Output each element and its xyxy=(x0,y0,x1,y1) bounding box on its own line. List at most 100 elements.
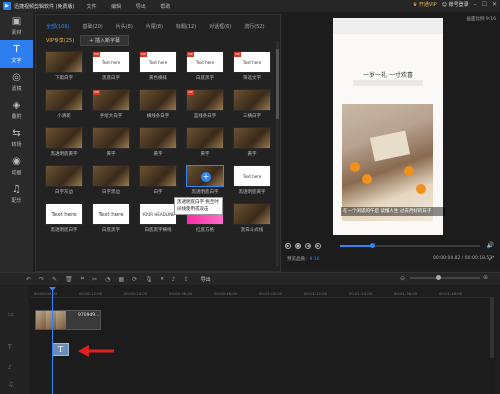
template-item[interactable]: 白字黑边 xyxy=(91,165,131,199)
template-item[interactable]: VIP Text here 筛选文字 xyxy=(232,51,272,85)
template-item[interactable]: 黄字 xyxy=(91,127,131,161)
vip-filter-chip[interactable]: VIP专享(25) xyxy=(46,37,74,44)
add-template-icon[interactable]: + xyxy=(201,172,211,182)
tab-opening[interactable]: 片头(8) xyxy=(116,23,133,30)
playhead[interactable] xyxy=(52,288,53,394)
sidebar: ▣ 素材 T 文字 ◎ 滤镜 ◈ 叠附 ⇆ 转场 ◉ 动画 ♫ 配乐 xyxy=(0,12,33,272)
split-icon[interactable]: ✂ xyxy=(92,276,97,283)
tab-ending[interactable]: 片尾(8) xyxy=(146,23,163,30)
time-ruler[interactable]: 00:00:00.00 00:00:12.00 00:00:24.00 00:00:3… xyxy=(30,286,495,298)
tab-popular[interactable]: 流行(52) xyxy=(244,23,264,30)
template-item[interactable]: Text here 黑透明底黄字 xyxy=(232,165,272,199)
sidebar-item-overlay[interactable]: ◈ 叠附 xyxy=(0,96,33,124)
template-item[interactable]: 黄字 xyxy=(232,127,272,161)
template-caption: 白底黑字横线 xyxy=(144,228,172,233)
template-item[interactable]: VIP Text here 黑底白字 xyxy=(91,51,131,85)
template-item[interactable]: 白字灰边 xyxy=(44,165,84,199)
sidebar-item-transition[interactable]: ⇆ 转场 xyxy=(0,124,33,152)
zoom-in-icon[interactable]: ⊕ xyxy=(483,274,488,281)
vip-button[interactable]: ♛ 开通VIP xyxy=(413,1,437,8)
music-track-icon[interactable]: ♫ xyxy=(8,381,13,388)
template-item[interactable]: YOUR HEADLINE HERE 白底黑字横线 xyxy=(138,203,178,237)
template-item[interactable]: Text here 白底黑字 xyxy=(91,203,131,237)
template-item[interactable]: VIP Text here 白底黑字 xyxy=(185,51,225,85)
overlay-icon: ◈ xyxy=(12,99,21,111)
fullscreen-icon[interactable]: ⤢ xyxy=(489,255,494,263)
mosaic-icon[interactable]: ▦ xyxy=(118,276,124,283)
login-button[interactable]: ☺ 账号登录 xyxy=(442,1,469,8)
preview-canvas[interactable]: 一岁一礼 一寸欢喜 xyxy=(333,18,443,235)
aspect-ratio-label[interactable]: 画面比例 9:16 xyxy=(466,16,496,22)
sidebar-item-label: 素材 xyxy=(11,29,22,36)
sidebar-item-music[interactable]: ♫ 配乐 xyxy=(0,180,33,208)
seek-bar[interactable] xyxy=(340,243,480,248)
export-button[interactable]: 导出 xyxy=(201,276,211,283)
undo-icon[interactable]: ↶ xyxy=(26,276,31,283)
text-clip[interactable]: T xyxy=(52,343,69,356)
tab-dialog[interactable]: 对话框(6) xyxy=(209,23,231,30)
close-icon[interactable]: ✕ xyxy=(492,1,497,8)
template-item[interactable]: Text here 黑透明底白字 xyxy=(44,203,84,237)
template-item[interactable]: VIP 手绘大白字 xyxy=(91,89,131,123)
menu-file[interactable]: 文件 xyxy=(87,4,97,10)
template-tooltip: 黑透明底白字 拖至时间线使用或双击 xyxy=(174,197,223,215)
redo-icon[interactable]: ↷ xyxy=(39,276,44,283)
stop-icon[interactable]: ■ xyxy=(295,243,301,249)
menu-help[interactable]: 帮助 xyxy=(160,4,170,10)
delete-icon[interactable]: 🗑 xyxy=(65,276,73,283)
template-item[interactable]: 黄字 xyxy=(138,127,178,161)
template-item[interactable]: 白字 xyxy=(138,165,178,199)
prev-frame-icon[interactable]: ◀ xyxy=(305,243,311,249)
volume-icon[interactable]: 🔊 xyxy=(487,242,494,249)
quality-control[interactable]: 预览品质：9:16 xyxy=(287,256,320,262)
menu-export[interactable]: 导出 xyxy=(136,4,146,10)
maximize-icon[interactable]: ☐ xyxy=(482,1,487,8)
video-track-icon[interactable]: ▭ xyxy=(8,311,14,318)
freeze-icon[interactable]: ⏸ xyxy=(161,275,164,283)
rotate-icon[interactable]: ⟳ xyxy=(132,276,137,283)
template-item[interactable]: VIP 蓝线条白字 xyxy=(185,89,225,123)
panel-scrollbar-thumb[interactable] xyxy=(276,49,279,119)
zoom-slider[interactable] xyxy=(410,275,480,280)
template-item[interactable]: 小清新 xyxy=(44,89,84,123)
zoom-out-icon[interactable]: ⊖ xyxy=(400,275,405,282)
crop-icon[interactable]: ⌗ xyxy=(81,275,84,283)
sidebar-item-animation[interactable]: ◉ 动画 xyxy=(0,152,33,180)
timeline-scrollbar[interactable] xyxy=(490,298,494,358)
animation-icon: ◉ xyxy=(12,155,21,167)
template-item[interactable]: 黄字 xyxy=(185,127,225,161)
sidebar-item-text[interactable]: T 文字 xyxy=(0,40,33,68)
template-item[interactable]: 黑白斗式线 xyxy=(232,203,272,237)
template-item[interactable]: VIP Text here 黄色横排 xyxy=(138,51,178,85)
sidebar-item-material[interactable]: ▣ 素材 xyxy=(0,12,33,40)
sidebar-item-filter[interactable]: ◎ 滤镜 xyxy=(0,68,33,96)
minimize-icon[interactable]: – xyxy=(474,1,477,8)
seek-handle[interactable] xyxy=(370,243,376,248)
voice-icon[interactable]: 🎙 xyxy=(145,276,153,283)
zoom-handle[interactable] xyxy=(436,275,441,280)
preview-caption[interactable]: 在一个闲适的午后 读懂人生 过去月好的日子 xyxy=(341,207,445,216)
tab-title[interactable]: 标题(12) xyxy=(176,23,196,30)
ruler-tick: 00:00:48.00 xyxy=(214,291,238,296)
tab-all[interactable]: 全部(106) xyxy=(46,23,69,30)
next-frame-icon[interactable]: ▶ xyxy=(315,243,321,249)
add-subtitle-button[interactable]: + 插入新字幕 xyxy=(80,35,129,46)
play-icon[interactable]: ▶ xyxy=(285,243,291,249)
text-track-icon[interactable]: T xyxy=(8,344,12,351)
template-caption: 白字 xyxy=(153,190,163,195)
template-item[interactable]: 三横白字 xyxy=(232,89,272,123)
edit-icon[interactable]: ✎ xyxy=(52,276,57,283)
speed-icon[interactable]: ◔ xyxy=(105,276,110,283)
template-item[interactable]: 下雨白字 xyxy=(44,51,84,85)
panel-scrollbar[interactable] xyxy=(276,41,279,266)
tab-basic[interactable]: 基础(20) xyxy=(82,23,102,30)
template-thumbnail: VIP Text here xyxy=(233,51,271,73)
template-item[interactable]: 黑透明底黄字 xyxy=(44,127,84,161)
audio-track-icon[interactable]: ♪ xyxy=(8,364,12,371)
export-icon[interactable]: ⇪ xyxy=(184,276,189,283)
template-item[interactable]: 横线条白字 xyxy=(138,89,178,123)
template-item[interactable]: + 黑透明底白字 xyxy=(185,165,225,199)
menu-edit[interactable]: 编辑 xyxy=(111,4,121,10)
video-clip[interactable]: 9709d9... xyxy=(35,310,101,330)
audio-icon[interactable]: ♪ xyxy=(172,276,176,283)
